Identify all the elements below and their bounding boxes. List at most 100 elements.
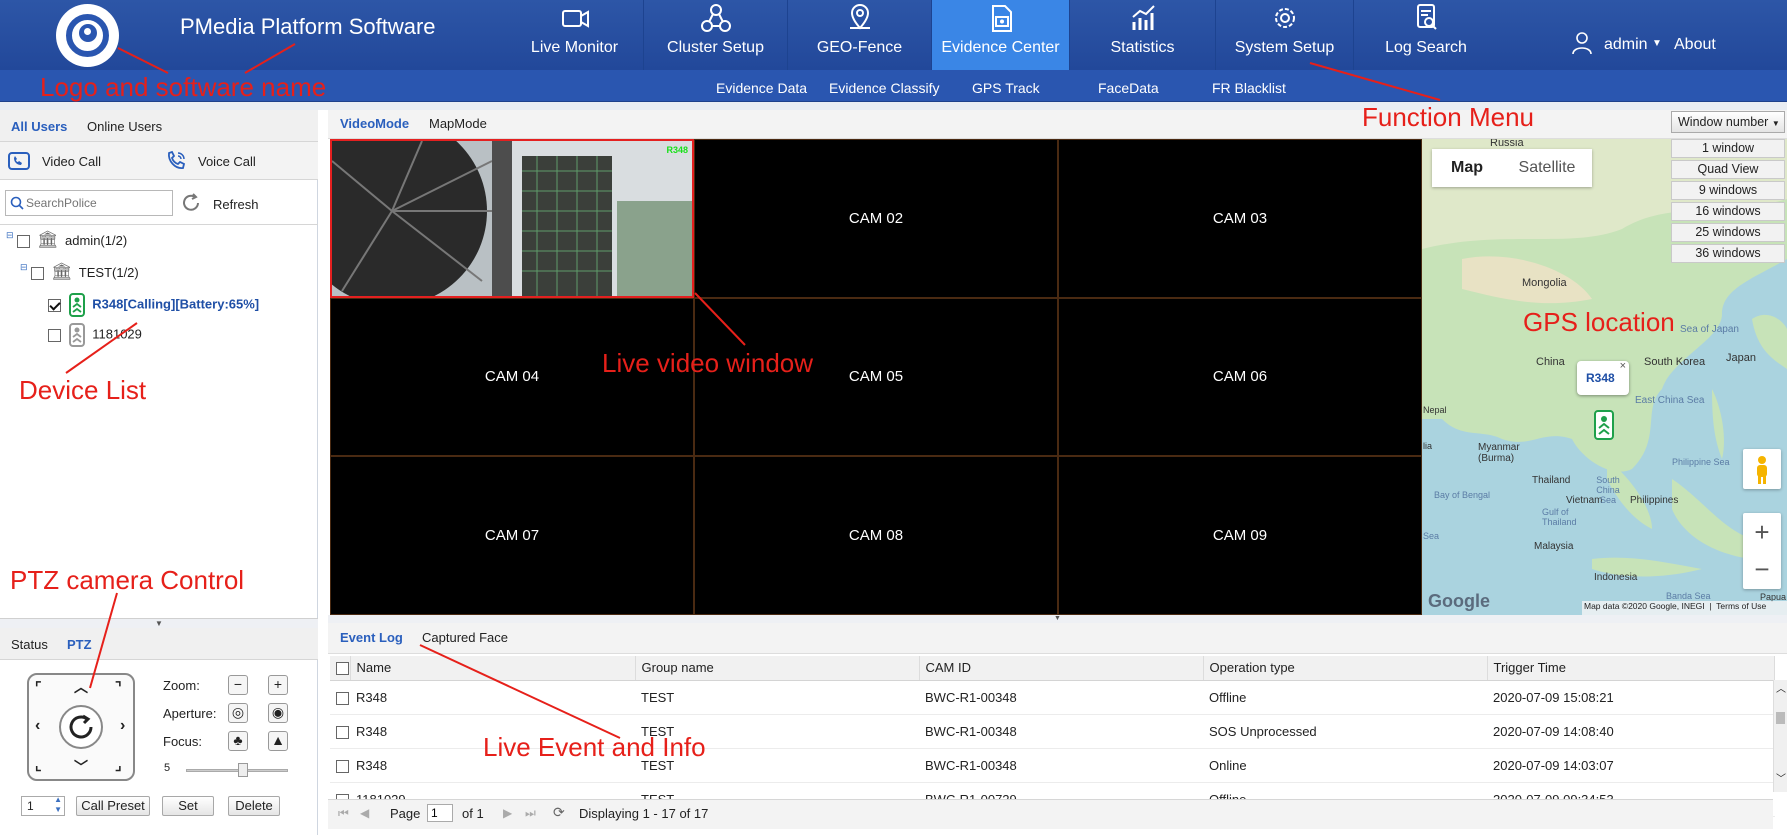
scroll-thumb[interactable]	[1776, 712, 1785, 724]
chevron-down-icon[interactable]: ▼	[1652, 38, 1662, 49]
arrow-up-icon[interactable]: ︿	[74, 677, 88, 697]
first-page-icon[interactable]: ⏮	[338, 806, 349, 821]
tab-map-mode[interactable]: MapMode	[429, 116, 487, 131]
page-input[interactable]	[427, 804, 453, 822]
arrow-down-right-icon[interactable]: ⌟	[115, 757, 122, 774]
device-marker-icon[interactable]	[1593, 409, 1615, 441]
tab-event-log[interactable]: Event Log	[340, 630, 403, 645]
window-option-9[interactable]: 9 windows	[1671, 181, 1785, 200]
window-option-16[interactable]: 16 windows	[1671, 202, 1785, 221]
tab-ptz[interactable]: PTZ	[67, 637, 92, 652]
window-option-1[interactable]: 1 window	[1671, 139, 1785, 158]
about-link[interactable]: About	[1674, 36, 1716, 54]
search-input[interactable]	[26, 193, 168, 213]
nav-log-search[interactable]: Log Search	[1354, 0, 1498, 70]
submenu-gps-track[interactable]: GPS Track	[972, 80, 1040, 96]
live-video-window[interactable]: R348	[330, 139, 694, 298]
cam-02-window[interactable]: CAM 02	[694, 139, 1058, 298]
next-page-icon[interactable]: ▶	[503, 806, 512, 820]
tab-captured-face[interactable]: Captured Face	[422, 630, 508, 645]
submenu-evidence-classify[interactable]: Evidence Classify	[829, 80, 940, 96]
reload-icon[interactable]: ⟳	[553, 804, 565, 821]
ptz-center-button[interactable]	[59, 705, 103, 749]
map-marker-popup[interactable]: R348 ×	[1577, 360, 1629, 395]
last-page-icon[interactable]: ⏭	[525, 806, 536, 821]
arrow-right-icon[interactable]: ›	[120, 717, 125, 735]
cam-08-window[interactable]: CAM 08	[694, 456, 1058, 615]
column-header[interactable]: Trigger Time	[1487, 656, 1775, 681]
checkbox-checked[interactable]	[48, 298, 61, 312]
tab-video-mode[interactable]: VideoMode	[340, 116, 409, 131]
submenu-facedata[interactable]: FaceData	[1098, 80, 1159, 96]
tree-device-r348[interactable]: R348[Calling][Battery:65%]	[48, 293, 259, 317]
cam-07-window[interactable]: CAM 07	[330, 456, 694, 615]
tab-status[interactable]: Status	[11, 637, 48, 652]
tree-group[interactable]: ⊟ 🏛 TEST(1/2)	[20, 262, 139, 282]
column-header[interactable]: Group name	[635, 656, 920, 681]
pegman-button[interactable]	[1743, 449, 1781, 489]
map-type-satellite[interactable]: Satellite	[1502, 149, 1592, 187]
row-checkbox[interactable]	[336, 759, 349, 773]
refresh-icon[interactable]	[180, 192, 202, 214]
table-scrollbar[interactable]: ︿ ﹀	[1773, 680, 1787, 792]
tab-online-users[interactable]: Online Users	[87, 119, 162, 134]
scroll-down-icon[interactable]: ﹀	[1776, 770, 1786, 785]
nav-statistics[interactable]: Statistics	[1070, 0, 1216, 70]
map-zoom-out-button[interactable]: −	[1743, 551, 1781, 589]
arrow-down-icon[interactable]: ﹀	[74, 757, 88, 777]
call-preset-button[interactable]: Call Preset	[76, 796, 150, 816]
map-zoom-in-button[interactable]: +	[1743, 513, 1781, 551]
checkbox[interactable]	[31, 267, 45, 281]
delete-preset-button[interactable]: Delete	[228, 796, 280, 816]
nav-evidence-center[interactable]: Evidence Center	[932, 0, 1070, 70]
arrow-left-icon[interactable]: ‹	[35, 717, 40, 735]
column-header[interactable]: Operation type	[1203, 656, 1488, 681]
window-option-quad[interactable]: Quad View	[1671, 160, 1785, 179]
cam-03-window[interactable]: CAM 03	[1058, 139, 1422, 298]
terms-link[interactable]: Terms of Use	[1716, 601, 1766, 611]
arrow-down-left-icon[interactable]: ⌞	[35, 757, 42, 774]
checkbox[interactable]	[17, 235, 31, 249]
cam-09-window[interactable]: CAM 09	[1058, 456, 1422, 615]
focus-far-button[interactable]: ▲	[268, 731, 288, 751]
nav-cluster-setup[interactable]: Cluster Setup	[644, 0, 788, 70]
stepper-up-icon[interactable]: ▲	[54, 795, 62, 804]
splitter[interactable]: ▼	[0, 618, 318, 628]
cam-06-window[interactable]: CAM 06	[1058, 297, 1422, 457]
tab-all-users[interactable]: All Users	[11, 119, 67, 134]
submenu-fr-blacklist[interactable]: FR Blacklist	[1212, 80, 1286, 96]
close-icon[interactable]: ×	[1620, 360, 1626, 372]
video-call-button[interactable]: Video Call	[42, 154, 101, 169]
table-row[interactable]: R348 TEST BWC-R1-00348 Offline 2020-07-0…	[330, 680, 1775, 715]
tree-root[interactable]: ⊟ 🏛 admin(1/2)	[6, 230, 127, 250]
select-all-checkbox[interactable]	[336, 662, 349, 676]
checkbox[interactable]	[48, 328, 61, 342]
focus-near-button[interactable]: ♣	[228, 731, 248, 751]
collapse-icon[interactable]: ⊟	[20, 262, 28, 272]
map-type-map[interactable]: Map	[1432, 149, 1502, 187]
stepper-down-icon[interactable]: ▼	[54, 805, 62, 814]
collapse-icon[interactable]: ⊟	[6, 230, 14, 240]
row-checkbox[interactable]	[336, 725, 349, 739]
row-checkbox[interactable]	[336, 691, 349, 705]
arrow-up-left-icon[interactable]: ⌜	[35, 679, 42, 696]
prev-page-icon[interactable]: ◀	[360, 806, 369, 820]
splitter[interactable]: ▼	[328, 615, 1787, 623]
tree-device-1181029[interactable]: 1181029	[48, 323, 142, 347]
scroll-up-icon[interactable]: ︿	[1776, 680, 1786, 695]
nav-live-monitor[interactable]: Live Monitor	[506, 0, 644, 70]
aperture-close-button[interactable]: ◎	[228, 703, 248, 723]
aperture-open-button[interactable]: ◉	[268, 703, 288, 723]
window-option-36[interactable]: 36 windows	[1671, 244, 1785, 263]
column-header[interactable]: CAM ID	[919, 656, 1204, 681]
preset-stepper[interactable]: 1 ▲ ▼	[21, 795, 65, 816]
user-menu[interactable]: admin	[1604, 36, 1648, 54]
speed-slider-handle[interactable]	[238, 763, 248, 777]
refresh-button[interactable]: Refresh	[213, 197, 259, 212]
nav-geo-fence[interactable]: GEO-Fence	[788, 0, 932, 70]
submenu-evidence-data[interactable]: Evidence Data	[716, 80, 807, 96]
set-preset-button[interactable]: Set	[162, 796, 214, 816]
column-header[interactable]: Name	[350, 656, 636, 681]
zoom-out-button[interactable]: −	[228, 675, 248, 695]
window-number-dropdown[interactable]: Window number ▼	[1671, 111, 1785, 133]
